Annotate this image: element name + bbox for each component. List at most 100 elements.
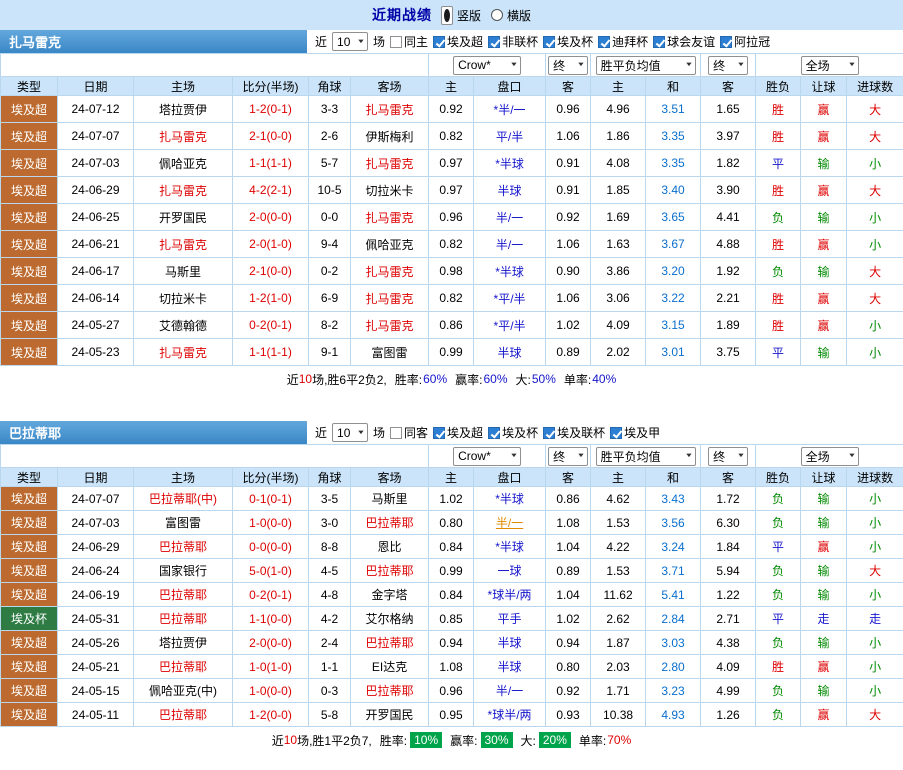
- avg-time-select[interactable]: 终▼: [708, 447, 748, 466]
- corner-count: 0-0: [309, 204, 351, 231]
- home-team: 佩哈亚克: [134, 150, 233, 177]
- competition-checkbox[interactable]: 球会友谊: [653, 33, 715, 50]
- handicap-away-odds: 0.86: [546, 487, 591, 511]
- handicap-away-odds: 0.80: [546, 655, 591, 679]
- competition-checkbox[interactable]: 埃及联杯: [543, 424, 605, 441]
- layout-radio-horizontal[interactable]: 横版: [491, 7, 531, 24]
- competition-checkbox[interactable]: 非联杯: [488, 33, 538, 50]
- match-date: 24-05-15: [58, 679, 134, 703]
- competition-checkbox[interactable]: 埃及杯: [543, 33, 593, 50]
- column-header: 盘口: [474, 468, 546, 487]
- competition-checkbox[interactable]: 埃及甲: [610, 424, 660, 441]
- draw-odds: 5.41: [646, 583, 701, 607]
- handicap-away-odds: 1.04: [546, 535, 591, 559]
- column-header: 比分(半场): [233, 77, 309, 96]
- handicap-home-odds: 0.82: [429, 231, 474, 258]
- match-date: 24-05-31: [58, 607, 134, 631]
- same-venue-checkbox[interactable]: 同主: [390, 33, 428, 50]
- away-team: 扎马雷克: [351, 312, 429, 339]
- handicap-line: *半球: [474, 535, 546, 559]
- avg-odds-select[interactable]: 胜平负均值▼: [596, 56, 696, 75]
- summary-record: 场,胜1平2负7,: [297, 732, 372, 749]
- column-header: 胜负: [756, 468, 801, 487]
- match-row: 埃及杯24-05-31巴拉蒂耶1-1(0-0)4-2艾尔格纳0.85平手1.02…: [1, 607, 903, 631]
- corner-count: 10-5: [309, 177, 351, 204]
- checkbox-icon[interactable]: [390, 427, 402, 439]
- scope-select[interactable]: 全场▼: [801, 56, 859, 75]
- bookmaker-select[interactable]: Crow*▼: [453, 447, 521, 466]
- scope-select[interactable]: 全场▼: [801, 447, 859, 466]
- handicap-line: 半球: [474, 631, 546, 655]
- games-count-select[interactable]: 10▼: [332, 423, 368, 442]
- handicap-away-odds: 0.89: [546, 339, 591, 366]
- competition-checkbox[interactable]: 阿拉冠: [720, 33, 770, 50]
- match-date: 24-06-21: [58, 231, 134, 258]
- match-row: 埃及超24-05-15佩哈亚克(中)1-0(0-0)0-3巴拉蒂耶0.96半/一…: [1, 679, 903, 703]
- handicap-result-cell: 走: [801, 607, 847, 631]
- competition-checkbox[interactable]: 埃及杯: [488, 424, 538, 441]
- competition-checkbox[interactable]: 埃及超: [433, 424, 483, 441]
- avg-time-select[interactable]: 终▼: [708, 56, 748, 75]
- league-type-badge: 埃及超: [1, 703, 58, 727]
- checkbox-icon[interactable]: [433, 427, 445, 439]
- home-team: 切拉米卡: [134, 285, 233, 312]
- games-count-select-value: 10: [337, 35, 350, 49]
- match-date: 24-06-19: [58, 583, 134, 607]
- handicap-result-cell: 输: [801, 511, 847, 535]
- odds-filter-row: Crow*▼ 终▼ 胜平负均值▼ 终▼ 全场▼: [1, 54, 903, 77]
- checkbox-icon[interactable]: [598, 36, 610, 48]
- home-win-odds: 2.62: [591, 607, 646, 631]
- draw-odds: 3.23: [646, 679, 701, 703]
- score: 4-2(2-1): [233, 177, 309, 204]
- radio-icon[interactable]: [441, 6, 453, 25]
- handicap-result-cell: 输: [801, 150, 847, 177]
- checkbox-icon[interactable]: [488, 36, 500, 48]
- draw-odds: 2.84: [646, 607, 701, 631]
- match-date: 24-06-24: [58, 559, 134, 583]
- column-header: 主场: [134, 77, 233, 96]
- filter-cell: Crow*▼: [429, 445, 546, 468]
- same-venue-checkbox-label: 同客: [404, 424, 428, 441]
- bookmaker-select[interactable]: Crow*▼: [453, 56, 521, 75]
- same-venue-checkbox[interactable]: 同客: [390, 424, 428, 441]
- filter-cell: Crow*▼: [429, 54, 546, 77]
- checkbox-icon[interactable]: [610, 427, 622, 439]
- handicap-away-odds: 0.91: [546, 150, 591, 177]
- handicap-home-odds: 0.97: [429, 177, 474, 204]
- handicap-result-cell: 输: [801, 559, 847, 583]
- column-header-row: 类型日期主场比分(半场)角球客场主盘口客主和客胜负让球进球数: [1, 77, 903, 96]
- checkbox-icon[interactable]: [720, 36, 732, 48]
- competition-checkbox[interactable]: 迪拜杯: [598, 33, 648, 50]
- checkbox-icon[interactable]: [653, 36, 665, 48]
- goals-result-cell: 小: [847, 511, 903, 535]
- stat-label: 大:: [521, 732, 536, 749]
- same-venue-checkbox-label: 同主: [404, 33, 428, 50]
- stat-label: 胜率:: [395, 371, 422, 388]
- league-type-badge: 埃及超: [1, 559, 58, 583]
- handicap-time-select[interactable]: 终▼: [548, 447, 588, 466]
- checkbox-icon[interactable]: [488, 427, 500, 439]
- handicap-away-odds: 1.06: [546, 231, 591, 258]
- checkbox-icon[interactable]: [543, 427, 555, 439]
- handicap-time-select[interactable]: 终▼: [548, 56, 588, 75]
- stat-value: 20%: [539, 732, 571, 748]
- checkbox-icon[interactable]: [433, 36, 445, 48]
- checkbox-icon[interactable]: [390, 36, 402, 48]
- games-count-select[interactable]: 10▼: [332, 32, 368, 51]
- home-team: 塔拉贾伊: [134, 96, 233, 123]
- home-team: 佩哈亚克(中): [134, 679, 233, 703]
- checkbox-icon[interactable]: [543, 36, 555, 48]
- league-type-badge: 埃及超: [1, 655, 58, 679]
- avg-odds-select[interactable]: 胜平负均值▼: [596, 447, 696, 466]
- competition-checkbox[interactable]: 埃及超: [433, 33, 483, 50]
- corner-count: 6-9: [309, 285, 351, 312]
- radio-icon[interactable]: [491, 9, 503, 21]
- summary-count: 10: [299, 372, 312, 386]
- league-type-badge: 埃及超: [1, 535, 58, 559]
- handicap-line: 半/一: [474, 511, 546, 535]
- handicap-home-odds: 0.80: [429, 511, 474, 535]
- column-header: 主: [591, 468, 646, 487]
- layout-radio-vertical[interactable]: 竖版: [441, 6, 481, 25]
- score: 2-1(0-0): [233, 258, 309, 285]
- handicap-home-odds: 0.82: [429, 285, 474, 312]
